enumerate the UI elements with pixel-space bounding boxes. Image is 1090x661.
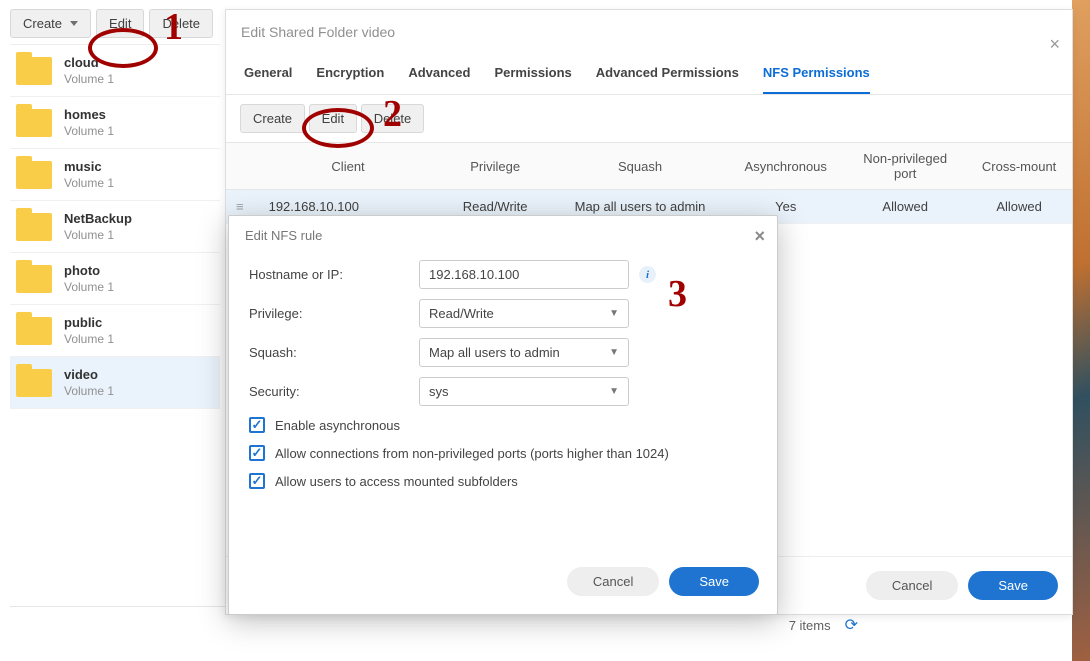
folder-volume: Volume 1 <box>64 280 114 294</box>
privilege-value: Read/Write <box>429 306 494 321</box>
folder-name: cloud <box>64 55 114 70</box>
security-value: sys <box>429 384 449 399</box>
folder-name: photo <box>64 263 114 278</box>
modal1-cancel-button[interactable]: Cancel <box>866 571 958 600</box>
folder-name: homes <box>64 107 114 122</box>
folder-name: music <box>64 159 114 174</box>
chevron-down-icon <box>70 21 78 26</box>
column-header[interactable]: Non-privileged port <box>844 143 966 190</box>
shared-folder-panel: Create Edit Delete cloud Volume 1 homes Vol… <box>10 9 220 409</box>
nfs-delete-button[interactable]: Delete <box>361 104 425 133</box>
security-label: Security: <box>249 384 419 399</box>
folder-row-photo[interactable]: photo Volume 1 <box>10 253 220 305</box>
refresh-icon[interactable]: ⟳ <box>845 615 858 635</box>
nfs-toolbar: Create Edit Delete <box>226 95 1072 142</box>
modal2-header: Edit NFS rule × <box>229 216 777 255</box>
column-header[interactable]: Client <box>259 143 438 190</box>
tab-permissions[interactable]: Permissions <box>494 55 571 94</box>
host-label: Hostname or IP: <box>249 267 419 282</box>
modal2-save-button[interactable]: Save <box>669 567 759 596</box>
folder-volume: Volume 1 <box>64 228 132 242</box>
folder-icon <box>16 317 52 345</box>
squash-label: Squash: <box>249 345 419 360</box>
folder-volume: Volume 1 <box>64 72 114 86</box>
squash-value: Map all users to admin <box>429 345 560 360</box>
edit-nfs-rule-modal: Edit NFS rule × Hostname or IP: i Privil… <box>228 215 778 615</box>
folder-icon <box>16 109 52 137</box>
subfolders-checkbox[interactable]: ✓ <box>249 473 265 489</box>
create-button-label: Create <box>23 16 62 31</box>
folder-row-cloud[interactable]: cloud Volume 1 <box>10 45 220 97</box>
folder-row-homes[interactable]: homes Volume 1 <box>10 97 220 149</box>
create-button[interactable]: Create <box>10 9 91 38</box>
cell-nonpriv: Allowed <box>844 190 966 224</box>
modal2-cancel-button[interactable]: Cancel <box>567 567 659 596</box>
nfs-rules-table: ClientPrivilegeSquashAsynchronousNon-pri… <box>226 142 1072 224</box>
folder-row-public[interactable]: public Volume 1 <box>10 305 220 357</box>
nonpriv-checkbox[interactable]: ✓ <box>249 445 265 461</box>
tab-general[interactable]: General <box>244 55 292 94</box>
cell-cross: Allowed <box>966 190 1072 224</box>
info-icon[interactable]: i <box>639 266 656 283</box>
nfs-edit-button[interactable]: Edit <box>309 104 357 133</box>
tab-advanced-permissions[interactable]: Advanced Permissions <box>596 55 739 94</box>
modal2-title: Edit NFS rule <box>245 228 322 243</box>
delete-button[interactable]: Delete <box>149 9 213 38</box>
folder-icon <box>16 213 52 241</box>
folder-row-NetBackup[interactable]: NetBackup Volume 1 <box>10 201 220 253</box>
folder-volume: Volume 1 <box>64 384 114 398</box>
nonpriv-label: Allow connections from non-privileged po… <box>275 446 669 461</box>
folder-icon <box>16 369 52 397</box>
drag-handle-icon[interactable]: ≡ <box>236 199 249 214</box>
close-icon[interactable]: × <box>1049 22 1060 67</box>
async-label: Enable asynchronous <box>275 418 400 433</box>
privilege-label: Privilege: <box>249 306 419 321</box>
folder-row-music[interactable]: music Volume 1 <box>10 149 220 201</box>
modal-titlebar: Edit Shared Folder video × <box>226 10 1072 55</box>
folder-row-video[interactable]: video Volume 1 <box>10 357 220 409</box>
security-select[interactable]: sys ▼ <box>419 377 629 406</box>
tabs-bar: General Encryption Advanced Permissions Adva… <box>226 55 1072 95</box>
shared-folder-toolbar: Create Edit Delete <box>10 9 220 38</box>
tab-nfs-permissions[interactable]: NFS Permissions <box>763 55 870 94</box>
folder-volume: Volume 1 <box>64 124 114 138</box>
folder-name: NetBackup <box>64 211 132 226</box>
chevron-down-icon: ▼ <box>609 386 619 397</box>
folder-icon <box>16 265 52 293</box>
squash-select[interactable]: Map all users to admin ▼ <box>419 338 629 367</box>
column-header[interactable]: Squash <box>553 143 728 190</box>
async-checkbox[interactable]: ✓ <box>249 417 265 433</box>
folder-icon <box>16 161 52 189</box>
folder-name: public <box>64 315 114 330</box>
folder-icon <box>16 57 52 85</box>
subfolders-label: Allow users to access mounted subfolders <box>275 474 518 489</box>
folder-list: cloudVolume 1homesVolume 1musicVolume 1N… <box>10 44 220 409</box>
item-count: 7 items <box>789 618 831 633</box>
nfs-create-button[interactable]: Create <box>240 104 305 133</box>
edit-button[interactable]: Edit <box>96 9 144 38</box>
folder-volume: Volume 1 <box>64 332 114 346</box>
modal-title: Edit Shared Folder video <box>241 24 395 40</box>
column-header[interactable]: Cross-mount <box>966 143 1072 190</box>
modal1-save-button[interactable]: Save <box>968 571 1058 600</box>
modal2-footer: Cancel Save <box>229 551 777 614</box>
folder-name: video <box>64 367 114 382</box>
close-icon[interactable]: × <box>754 226 765 247</box>
chevron-down-icon: ▼ <box>609 308 619 319</box>
tab-encryption[interactable]: Encryption <box>316 55 384 94</box>
desktop-wallpaper-strip <box>1072 0 1090 661</box>
column-header[interactable]: Asynchronous <box>727 143 844 190</box>
chevron-down-icon: ▼ <box>609 347 619 358</box>
privilege-select[interactable]: Read/Write ▼ <box>419 299 629 328</box>
host-input[interactable] <box>419 260 629 289</box>
folder-volume: Volume 1 <box>64 176 114 190</box>
tab-advanced[interactable]: Advanced <box>408 55 470 94</box>
column-header[interactable]: Privilege <box>438 143 553 190</box>
